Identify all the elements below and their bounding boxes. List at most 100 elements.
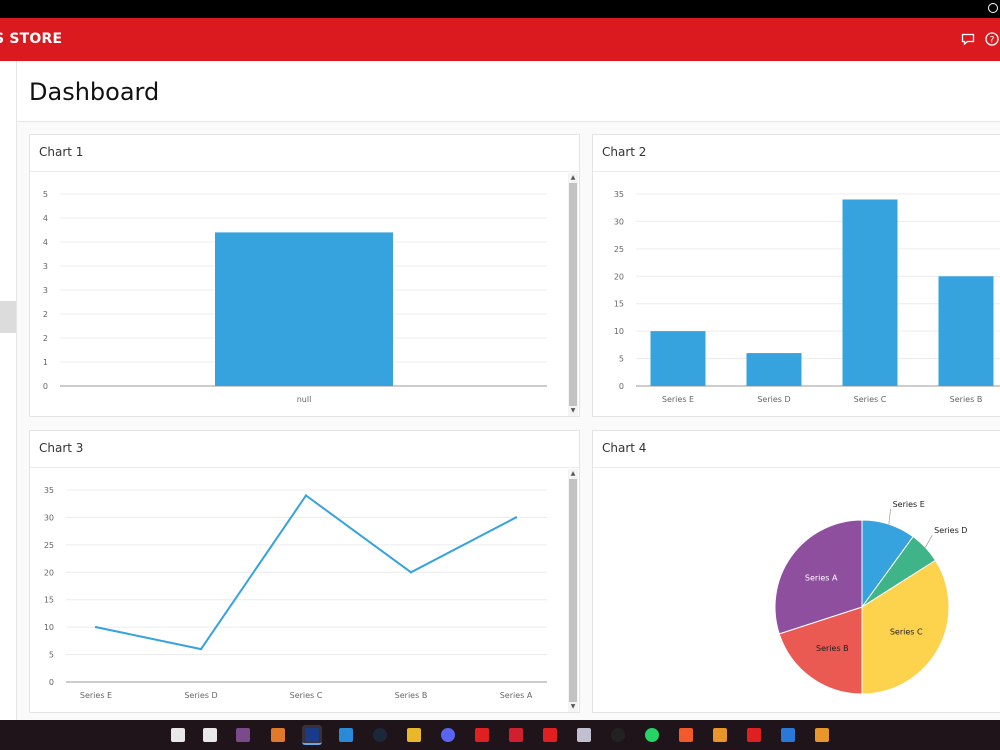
- steam-glyph: [373, 728, 387, 742]
- cloud-app-glyph: [577, 728, 591, 742]
- chart3-xtick-label: Series A: [500, 691, 533, 700]
- chart3-xtick-label: Series D: [184, 691, 217, 700]
- whatsapp-glyph: [645, 728, 659, 742]
- obs-icon[interactable]: [608, 725, 628, 745]
- chart4-slice-label: Series A: [805, 573, 838, 582]
- app-red2-icon[interactable]: [506, 725, 526, 745]
- chart4-plot: Series E Series D Series C Series B Series A: [774, 500, 967, 695]
- chart3-ytick-label: 15: [44, 596, 54, 605]
- discord-icon[interactable]: [438, 725, 458, 745]
- chart1-scroll-thumb[interactable]: [569, 183, 577, 406]
- chart2-xtick-label: Series E: [662, 395, 694, 404]
- chart3-xtick-label: Series E: [80, 691, 112, 700]
- chart3-ytick-label: 30: [44, 513, 54, 522]
- app-orange2-glyph: [815, 728, 829, 742]
- chart3-ytick-label: 25: [44, 541, 54, 550]
- app-red-icon[interactable]: [472, 725, 492, 745]
- chart1-scrollbar[interactable]: ▲ ▼: [568, 173, 578, 416]
- page-title: Dashboard: [29, 78, 160, 106]
- app-title[interactable]: S STORE: [0, 31, 62, 47]
- app-red3-glyph: [543, 728, 557, 742]
- chart2-bar-series-b: [938, 276, 994, 386]
- mail-icon[interactable]: [200, 725, 220, 745]
- chart1-ytick-label: 5: [43, 190, 48, 199]
- chart2-bar-series-c: [842, 199, 898, 386]
- chat-bubble-icon[interactable]: [961, 31, 975, 46]
- edge-browser-icon[interactable]: [336, 725, 356, 745]
- scroll-down-icon[interactable]: ▼: [569, 407, 577, 415]
- chart3-point: [199, 647, 203, 651]
- status-indicator-icon: [988, 3, 998, 13]
- chart2-ytick-label: 15: [614, 300, 624, 309]
- chart3-point: [94, 625, 98, 629]
- brave-browser-glyph: [679, 728, 693, 742]
- chart3-scroll-thumb[interactable]: [569, 479, 577, 702]
- chart3-point: [514, 516, 518, 519]
- app-glyph: [305, 728, 319, 742]
- media-player-glyph: [236, 728, 250, 742]
- file-explorer-glyph: [407, 728, 421, 742]
- chart2-bar-series-e: [650, 331, 706, 386]
- media-player-icon[interactable]: [233, 725, 253, 745]
- chart4-label-leader: [888, 508, 891, 525]
- brave-browser-icon[interactable]: [676, 725, 696, 745]
- chart3-card: Chart 3 0 5 10 15 20 25 30 35 Series E Series D Se…: [29, 430, 580, 713]
- edge-browser-glyph: [339, 728, 353, 742]
- chart4-slice-label: Series B: [816, 644, 849, 653]
- chart1-card: Chart 1 0 1 2 2 3 3 4 4 5 null ▲ ▼: [29, 134, 580, 417]
- chart3-title: Chart 3: [39, 441, 84, 455]
- chart3-point: [304, 494, 308, 497]
- chart4-title: Chart 4: [602, 441, 647, 455]
- window-top-strip: [0, 0, 1000, 18]
- file-explorer-icon[interactable]: [404, 725, 424, 745]
- chart3-ytick-label: 5: [49, 651, 54, 660]
- discord-glyph: [441, 728, 455, 742]
- chart3-xtick-label: Series B: [395, 691, 428, 700]
- scroll-down-icon[interactable]: ▼: [569, 703, 577, 711]
- chart2-xtick-label: Series C: [854, 395, 887, 404]
- chart3-ytick-label: 20: [44, 568, 54, 577]
- sidebar-selected-item[interactable]: [0, 301, 16, 333]
- chart3-ytick-label: 0: [49, 678, 54, 687]
- chart1-ytick-label: 0: [43, 382, 48, 391]
- taskbar: [0, 720, 1000, 750]
- chart1-ytick-label: 4: [43, 238, 48, 247]
- steam-icon[interactable]: [370, 725, 390, 745]
- app-red4-glyph: [747, 728, 761, 742]
- app-icon[interactable]: [302, 725, 322, 745]
- game-glyph: [271, 728, 285, 742]
- chart3-plot: 0 5 10 15 20 25 30 35 Series E Series D Series C Se…: [44, 486, 547, 700]
- chart1-ytick-label: 4: [43, 214, 48, 223]
- chart3-point: [409, 571, 413, 574]
- store-icon[interactable]: [168, 725, 188, 745]
- game-icon[interactable]: [268, 725, 288, 745]
- chart1-xtick-label: null: [297, 395, 312, 404]
- chart1-title: Chart 1: [39, 145, 84, 159]
- obs-glyph: [611, 728, 625, 742]
- chart1-bar-null: [215, 232, 393, 386]
- chart1-ytick-label: 1: [43, 358, 48, 367]
- scroll-up-icon[interactable]: ▲: [569, 174, 577, 182]
- app-orange2-icon[interactable]: [812, 725, 832, 745]
- app-blue-glyph: [781, 728, 795, 742]
- cloud-app-icon[interactable]: [574, 725, 594, 745]
- store-glyph: [171, 728, 185, 742]
- whatsapp-icon[interactable]: [642, 725, 662, 745]
- help-circle-icon[interactable]: ?: [985, 31, 999, 46]
- chart3-scrollbar[interactable]: ▲ ▼: [568, 469, 578, 712]
- chart2-xtick-label: Series B: [950, 395, 983, 404]
- chart4-slice-label: Series C: [890, 627, 923, 636]
- scroll-up-icon[interactable]: ▲: [569, 470, 577, 478]
- chart4-slice-label: Series E: [893, 500, 925, 509]
- chart1-ytick-label: 2: [43, 310, 48, 319]
- chart3-ytick-label: 35: [44, 486, 54, 495]
- app-red4-icon[interactable]: [744, 725, 764, 745]
- app-red3-icon[interactable]: [540, 725, 560, 745]
- chart2-title: Chart 2: [602, 145, 647, 159]
- app-blue-icon[interactable]: [778, 725, 798, 745]
- chart2-plot: 0 5 10 15 20 25 30 35 Series E Series D Series C Se…: [614, 190, 1000, 404]
- chart2-xtick-label: Series D: [757, 395, 790, 404]
- app-orange-icon[interactable]: [710, 725, 730, 745]
- chart2-bar-series-d: [746, 353, 802, 386]
- mail-glyph: [203, 728, 217, 742]
